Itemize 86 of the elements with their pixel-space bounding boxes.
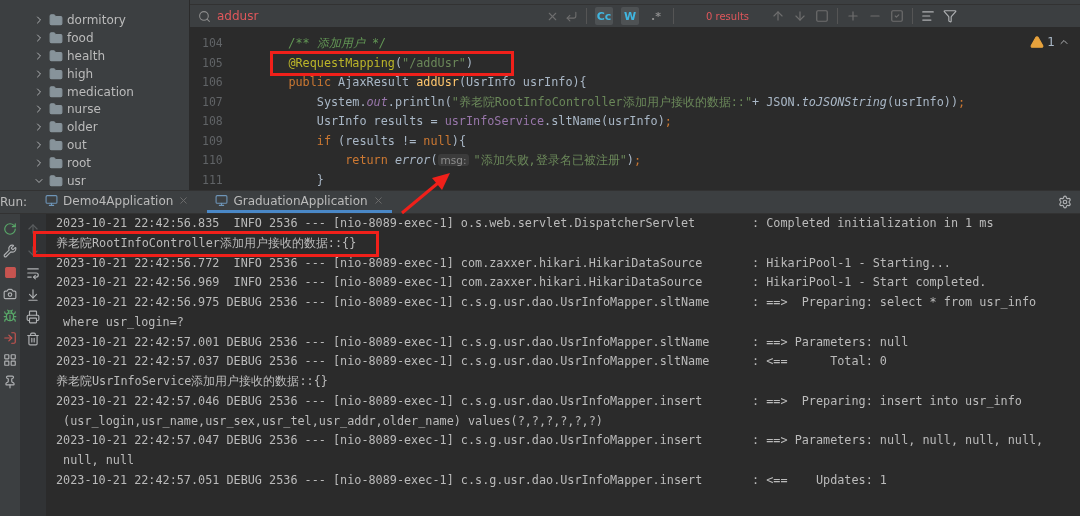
wrench-icon[interactable] bbox=[3, 244, 17, 258]
line-number: 110 bbox=[201, 152, 224, 169]
line-number: 107 bbox=[201, 93, 224, 111]
folder-icon bbox=[49, 120, 63, 135]
console-line: 2023-10-21 22:42:56.975 DEBUG 2536 --- [nio-8089-exec-1] c.s.g.usr.dao.UsrInfoMapper.sltName : ==> Preparing: select * from usr_info bbox=[56, 294, 1037, 311]
search-field[interactable]: addusr bbox=[198, 5, 578, 27]
console-line: 养老院UsrInfoService添加用户接收的数据::{} bbox=[56, 373, 328, 390]
bug-icon[interactable] bbox=[3, 309, 17, 323]
checkbox-icon[interactable] bbox=[890, 9, 905, 23]
console-line: 2023-10-21 22:42:57.046 DEBUG 2536 --- [nio-8089-exec-1] c.s.g.usr.dao.UsrInfoMapper.insert : ==> Preparing: insert into usr_info bbox=[56, 392, 1022, 410]
line-number: 104 bbox=[201, 35, 224, 52]
tree-item[interactable]: health bbox=[67, 48, 105, 63]
window-icon bbox=[215, 194, 229, 207]
tree-item[interactable]: root bbox=[67, 156, 92, 171]
console-line: null, null bbox=[62, 452, 135, 469]
code-line: public AjaxResult addUsr(UsrInfo usrInfo){ bbox=[288, 74, 587, 91]
close-icon[interactable] bbox=[372, 195, 384, 206]
search-icon bbox=[198, 9, 211, 23]
soft-wrap-icon[interactable] bbox=[26, 266, 40, 280]
search-option[interactable]: .* bbox=[647, 7, 665, 25]
tree-item[interactable]: nurse bbox=[67, 102, 101, 117]
warning-icon[interactable] bbox=[1030, 35, 1045, 49]
console-line: 2023-10-21 22:42:56.835 INFO 2536 --- [nio-8089-exec-1] o.s.web.servlet.DispatcherServlet : Completed initialization in 1 ms bbox=[56, 215, 994, 232]
add-icon[interactable] bbox=[846, 9, 861, 23]
console-line: 2023-10-21 22:42:57.001 DEBUG 2536 --- [nio-8089-exec-1] c.s.g.usr.dao.UsrInfoMapper.sltName : ==> Parameters: null bbox=[56, 333, 909, 351]
folder-icon bbox=[49, 102, 63, 117]
tree-item[interactable]: older bbox=[67, 120, 98, 135]
search-option[interactable]: Cc bbox=[595, 7, 613, 25]
folder-icon bbox=[49, 156, 63, 171]
close-icon[interactable] bbox=[178, 195, 190, 206]
console-line: 2023-10-21 22:42:56.969 INFO 2536 --- [nio-8089-exec-1] com.zaxxer.hikari.HikariDataSource : HikariPool-1 - Start completed. bbox=[56, 274, 987, 292]
search-option[interactable]: W bbox=[621, 7, 639, 25]
down-icon[interactable] bbox=[26, 244, 40, 258]
code-line: /** 添加用户 */ bbox=[288, 35, 387, 52]
tree-item[interactable]: out bbox=[67, 138, 87, 153]
tree-item[interactable]: usr bbox=[67, 174, 86, 189]
previous-icon[interactable] bbox=[771, 9, 786, 23]
warning-count: 1 bbox=[1047, 35, 1055, 49]
folder-icon bbox=[49, 66, 63, 81]
align-icon[interactable] bbox=[921, 9, 936, 23]
folder-icon bbox=[49, 174, 63, 189]
run-tab[interactable]: Demo4Application bbox=[37, 191, 198, 213]
annotation-arrow bbox=[401, 173, 450, 215]
tree-item[interactable]: food bbox=[67, 30, 94, 45]
tree-item[interactable]: high bbox=[67, 66, 94, 81]
folder-icon bbox=[49, 48, 63, 63]
line-number: 111 bbox=[201, 171, 224, 189]
folder-icon bbox=[49, 84, 63, 99]
line-number: 108 bbox=[201, 113, 224, 130]
console-line: 2023-10-21 22:42:57.037 DEBUG 2536 --- [nio-8089-exec-1] c.s.g.usr.dao.UsrInfoMapper.sltName : <== Total: 0 bbox=[56, 353, 887, 371]
line-number: 106 bbox=[201, 74, 224, 91]
line-number: 105 bbox=[201, 54, 224, 72]
stop-icon[interactable] bbox=[3, 266, 17, 279]
folder-icon bbox=[49, 138, 63, 153]
run-label: Run: bbox=[0, 195, 28, 209]
login-icon[interactable] bbox=[3, 331, 17, 345]
code-line: if (results != null){ bbox=[316, 132, 466, 150]
camera-icon[interactable] bbox=[3, 287, 17, 301]
folder-icon bbox=[49, 12, 63, 27]
code-line: } bbox=[316, 171, 324, 189]
console-line: 2023-10-21 22:42:57.047 DEBUG 2536 --- [nio-8089-exec-1] c.s.g.usr.dao.UsrInfoMapper.insert : ==> Parameters: null, null, null, null, bbox=[56, 432, 1044, 450]
filter-icon[interactable] bbox=[943, 9, 958, 23]
window-icon bbox=[45, 194, 59, 207]
pin-icon[interactable] bbox=[3, 375, 17, 389]
code-line: UsrInfo results = usrInfoService.sltName(usrInfo); bbox=[316, 113, 672, 130]
result-count: 0 results bbox=[706, 10, 750, 22]
scroll-to-end-icon[interactable] bbox=[26, 288, 40, 302]
code-line: return error( msg: "添加失败,登录名已被注册"); bbox=[345, 152, 641, 169]
rerun-icon[interactable] bbox=[3, 222, 17, 236]
tree-item[interactable]: medication bbox=[67, 84, 134, 99]
code-line: System.out.println("养老院RootInfoController添加用户接收的数据::"+ JSON.toJSONString(usrInfo)); bbox=[316, 93, 966, 111]
console-line: 2023-10-21 22:42:57.051 DEBUG 2536 --- [nio-8089-exec-1] c.s.g.usr.dao.UsrInfoMapper.insert : <== Updates: 1 bbox=[56, 471, 887, 489]
trash-icon[interactable] bbox=[26, 332, 40, 346]
newline-icon[interactable] bbox=[565, 9, 578, 23]
square-icon[interactable] bbox=[815, 9, 830, 23]
layout-icon[interactable] bbox=[3, 353, 17, 367]
console-line: (usr_login,usr_name,usr_sex,usr_tel,usr_addr,older_name) values(?,?,?,?,?,?) bbox=[62, 412, 603, 430]
console-line: 2023-10-21 22:42:56.772 INFO 2536 --- [nio-8089-exec-1] com.zaxxer.hikari.HikariDataSource : HikariPool-1 - Starting... bbox=[56, 254, 951, 272]
settings-icon[interactable] bbox=[1058, 195, 1072, 209]
tree-item[interactable]: dormitory bbox=[67, 12, 126, 27]
up-icon[interactable] bbox=[26, 222, 40, 236]
console-line: where usr_login=? bbox=[62, 313, 184, 331]
line-number: 109 bbox=[201, 132, 224, 150]
folder-icon bbox=[49, 30, 63, 45]
run-tab[interactable]: GraduationApplication bbox=[207, 191, 392, 213]
print-icon[interactable] bbox=[26, 310, 40, 324]
